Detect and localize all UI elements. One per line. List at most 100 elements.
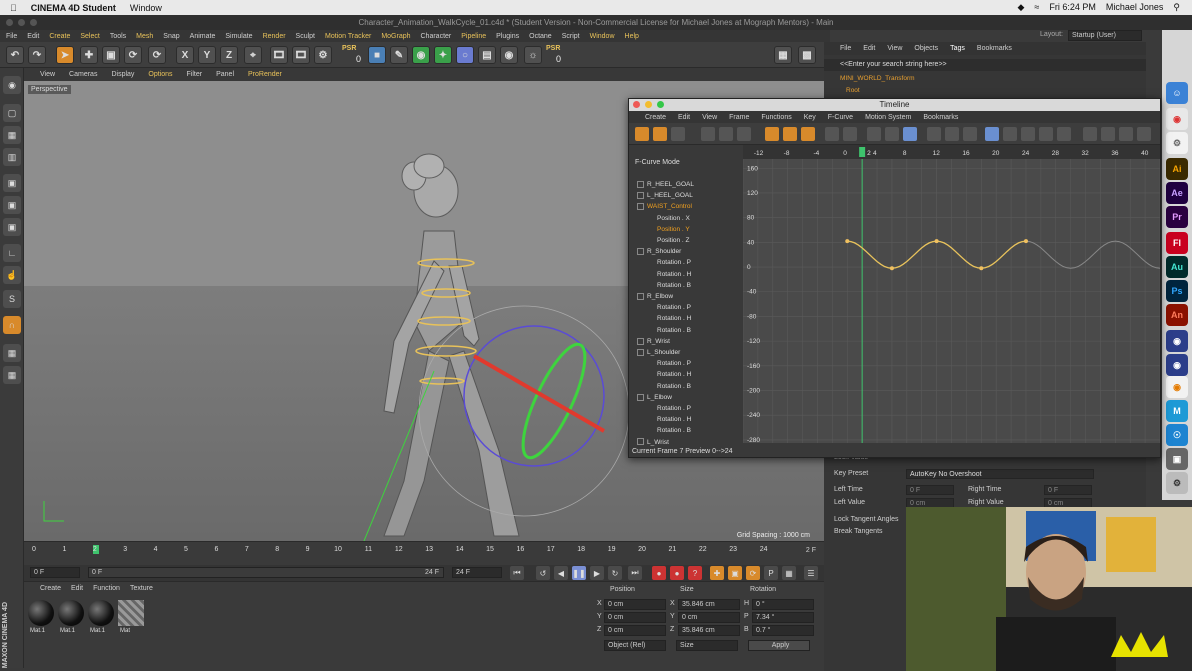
- utility-icon[interactable]: ⚙: [1166, 472, 1188, 494]
- search-icon[interactable]: ⚲: [1173, 2, 1180, 13]
- track-row[interactable]: R_Shoulder: [637, 246, 743, 257]
- right-time-field[interactable]: 0 F: [1044, 485, 1092, 495]
- marker-icon[interactable]: [1101, 127, 1115, 141]
- track-row[interactable]: R_Wrist: [637, 336, 743, 347]
- timeline-ruler[interactable]: 2 F 0 1 2 3 4 5 6 7 8 9 10 11 12 13 14 15 16 17 18 19 20 21 22…: [24, 541, 824, 565]
- clock[interactable]: Fri 6:24 PM: [1049, 2, 1096, 13]
- track-row[interactable]: Position . Z: [637, 235, 743, 246]
- camera-icon[interactable]: ◉: [500, 46, 518, 64]
- settings-icon[interactable]: [1137, 127, 1151, 141]
- audition-icon[interactable]: Au: [1166, 256, 1188, 278]
- track-row[interactable]: Rotation . H: [637, 313, 743, 324]
- timeline-menu-bookmarks[interactable]: Bookmarks: [923, 114, 958, 121]
- pause-icon[interactable]: ❚❚: [572, 566, 586, 580]
- workplane-icon[interactable]: ▥: [3, 148, 21, 166]
- menu-help[interactable]: Help: [625, 33, 639, 40]
- viewport-menu-view[interactable]: View: [40, 71, 55, 78]
- axis-mode-icon[interactable]: ∟: [3, 244, 21, 262]
- record-keys-icon[interactable]: ●: [652, 566, 666, 580]
- object-row-mini-world[interactable]: MINI_WORLD_Transform: [840, 75, 915, 82]
- menu-mograph[interactable]: MoGraph: [381, 33, 410, 40]
- make-editable-icon[interactable]: ◉: [3, 76, 21, 94]
- viewport-menu-cameras[interactable]: Cameras: [69, 71, 97, 78]
- sculpt-icon[interactable]: ▦: [3, 366, 21, 384]
- mail-icon[interactable]: M: [1166, 400, 1188, 422]
- tweak-mode-icon[interactable]: ☝: [3, 266, 21, 284]
- object-search-field[interactable]: <<Enter your search string here>>: [824, 59, 1146, 71]
- layout-select[interactable]: Startup (User): [1068, 30, 1142, 41]
- track-row[interactable]: Rotation . P: [637, 302, 743, 313]
- cinema4d-alt-icon[interactable]: ◉: [1166, 354, 1188, 376]
- dope-sheet-icon[interactable]: [653, 127, 667, 141]
- track-row[interactable]: L_Shoulder: [637, 347, 743, 358]
- chrome-icon[interactable]: ◉: [1166, 108, 1188, 130]
- track-row[interactable]: Rotation . B: [637, 425, 743, 436]
- material-swatch[interactable]: [88, 600, 114, 626]
- menu-animate[interactable]: Animate: [190, 33, 216, 40]
- left-time-field[interactable]: 0 F: [906, 485, 954, 495]
- keyframe-point[interactable]: [845, 239, 850, 244]
- expand-icon[interactable]: [637, 438, 644, 446]
- expand-icon[interactable]: [637, 180, 644, 188]
- cube-icon[interactable]: ■: [368, 46, 386, 64]
- rotation-field[interactable]: 0.7 °: [752, 625, 814, 636]
- redo-icon[interactable]: ↷: [28, 46, 46, 64]
- system-icon[interactable]: ⚙: [1166, 132, 1188, 154]
- model-mode-icon[interactable]: ▢: [3, 104, 21, 122]
- link-view-icon[interactable]: [701, 127, 715, 141]
- live-selection-icon[interactable]: ➤: [56, 46, 74, 64]
- user-name[interactable]: Michael Jones: [1106, 2, 1164, 13]
- menu-script[interactable]: Script: [562, 33, 580, 40]
- illustrator-icon[interactable]: Ai: [1166, 158, 1188, 180]
- viewport-menu-options[interactable]: Options: [148, 71, 172, 78]
- track-row[interactable]: Rotation . P: [637, 257, 743, 268]
- rotation-field[interactable]: 7.34 °: [752, 612, 814, 623]
- fcurve-mode-icon[interactable]: [671, 127, 685, 141]
- pen-tool-icon[interactable]: ✎: [390, 46, 408, 64]
- frame-all-icon[interactable]: [985, 127, 999, 141]
- expand-icon[interactable]: [637, 348, 644, 356]
- layout-grid-icon[interactable]: ▦: [774, 46, 792, 64]
- normalize-icon[interactable]: [1039, 127, 1053, 141]
- size-field[interactable]: 35.846 cm: [678, 599, 740, 610]
- zero-length-icon[interactable]: [843, 127, 857, 141]
- x-axis-button[interactable]: X: [176, 46, 194, 64]
- timeline-button[interactable]: ☰: [804, 566, 818, 580]
- y-axis-button[interactable]: Y: [198, 46, 216, 64]
- dropbox-icon[interactable]: ◆: [1017, 2, 1024, 13]
- position-key-icon[interactable]: ✚: [710, 566, 724, 580]
- photoshop-icon[interactable]: Ps: [1166, 280, 1188, 302]
- position-field[interactable]: 0 cm: [604, 599, 666, 610]
- graph-time-ruler[interactable]: [743, 145, 1160, 159]
- app-name-menu[interactable]: CINEMA 4D Student: [31, 3, 116, 13]
- zero-angle-icon[interactable]: [825, 127, 839, 141]
- frame-selected-icon[interactable]: [1003, 127, 1017, 141]
- track-row[interactable]: WAIST_Control: [637, 201, 743, 212]
- expand-icon[interactable]: [637, 203, 644, 211]
- object-menu-objects[interactable]: Objects: [914, 45, 938, 52]
- overshoot-icon[interactable]: [963, 127, 977, 141]
- next-frame-icon[interactable]: ▶: [590, 566, 604, 580]
- clamp-icon[interactable]: [945, 127, 959, 141]
- object-menu-file[interactable]: File: [840, 45, 851, 52]
- timeline-menu-functions[interactable]: Functions: [761, 114, 791, 121]
- go-to-end-icon[interactable]: ⏭: [628, 566, 642, 580]
- expand-icon[interactable]: [637, 292, 644, 300]
- current-frame-marker[interactable]: [859, 147, 866, 157]
- timeline-menu-edit[interactable]: Edit: [678, 114, 690, 121]
- keyframe-selection-icon[interactable]: ?: [688, 566, 702, 580]
- keyframe-point[interactable]: [889, 266, 894, 271]
- snap-icon[interactable]: S: [3, 290, 21, 308]
- recent-tool-icon[interactable]: ⟳: [148, 46, 166, 64]
- rotation-field[interactable]: 0 °: [752, 599, 814, 610]
- chrome-canary-icon[interactable]: ◉: [1166, 376, 1188, 398]
- track-row[interactable]: R_Elbow: [637, 291, 743, 302]
- subdivision-icon[interactable]: ◉: [412, 46, 430, 64]
- size-field[interactable]: 0 cm: [678, 612, 740, 623]
- menu-edit[interactable]: Edit: [27, 33, 39, 40]
- light-icon[interactable]: ☼: [524, 46, 542, 64]
- sequence-icon[interactable]: [1119, 127, 1133, 141]
- render-view-icon[interactable]: 🎞: [270, 46, 288, 64]
- ease-ease-icon[interactable]: [903, 127, 917, 141]
- next-key-icon[interactable]: ↻: [608, 566, 622, 580]
